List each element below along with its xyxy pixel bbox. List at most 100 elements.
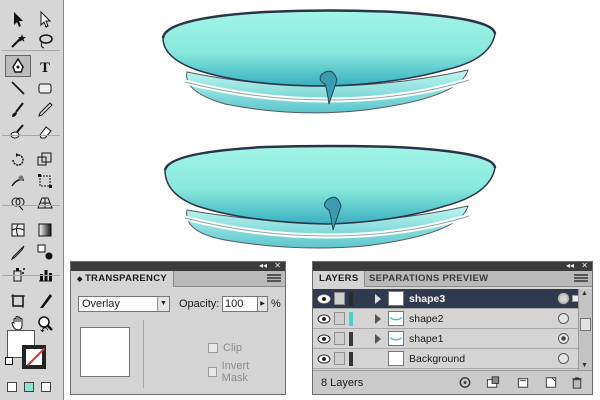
color-mode-icon[interactable] (7, 382, 17, 392)
target-circle-icon[interactable] (558, 353, 569, 364)
artwork-thumbnail[interactable] (80, 327, 130, 377)
collapse-icon[interactable]: ◂◂ (259, 261, 267, 270)
paintbrush-tool[interactable] (5, 99, 31, 121)
lock-toggle[interactable] (334, 292, 345, 305)
panel-titlebar[interactable]: ◂◂ ✕ (313, 261, 592, 271)
blend-tool[interactable] (32, 241, 58, 263)
mesh-tool[interactable] (5, 219, 31, 241)
scroll-up-icon[interactable]: ▲ (581, 290, 588, 297)
layer-row[interactable]: shape2 (313, 309, 579, 329)
artboard-tool[interactable] (5, 290, 31, 312)
free-transform-tool[interactable] (32, 170, 58, 192)
visibility-eye-icon[interactable] (317, 313, 331, 325)
rectangle-tool[interactable] (32, 77, 58, 99)
toolbox-divider (2, 50, 60, 51)
new-sublayer-icon[interactable] (515, 375, 531, 390)
gradient-mode-icon[interactable] (24, 382, 34, 392)
target-circle-icon[interactable] (558, 313, 569, 324)
symbol-sprayer-tool[interactable] (5, 263, 31, 285)
layer-color-indicator (349, 332, 353, 346)
layers-scrollbar[interactable]: ▲ ▼ (578, 289, 592, 370)
opacity-input[interactable]: 100 (222, 296, 258, 312)
transparency-panel: ◂◂ ✕ ◆ TRANSPARENCY Overlay ▼ Opacity: 1… (70, 261, 286, 395)
clip-checkbox[interactable] (208, 343, 218, 353)
lock-toggle[interactable] (334, 352, 345, 365)
line-segment-icon (11, 81, 25, 95)
rotate-tool[interactable] (5, 148, 31, 170)
layer-color-indicator (349, 312, 353, 326)
lock-toggle[interactable] (334, 312, 345, 325)
artboard-canvas[interactable] (65, 0, 600, 258)
chevron-down-icon[interactable]: ▼ (157, 297, 169, 311)
make-clipping-mask-icon[interactable] (485, 375, 501, 390)
pen-tool[interactable] (5, 55, 31, 77)
target-circle-icon[interactable] (558, 333, 569, 344)
direct-selection-tool[interactable] (32, 8, 58, 30)
invert-mask-checkbox-row[interactable]: Invert Mask (208, 360, 269, 384)
selection-tool[interactable] (5, 8, 31, 30)
panel-menu-icon[interactable] (574, 274, 588, 284)
blob-brush-tool[interactable] (5, 121, 31, 143)
column-graph-tool[interactable] (32, 263, 58, 285)
blend-mode-value: Overlay (82, 298, 120, 310)
blend-mode-select[interactable]: Overlay ▼ (78, 296, 170, 312)
panel-tabs: ◆ TRANSPARENCY (71, 271, 285, 287)
visibility-eye-icon[interactable] (317, 293, 331, 305)
shape-bottom[interactable] (163, 144, 497, 249)
eraser-tool[interactable] (32, 121, 58, 143)
warp-icon (11, 175, 25, 187)
warp-tool[interactable] (5, 170, 31, 192)
visibility-eye-icon[interactable] (317, 353, 331, 365)
stroke-swatch[interactable] (22, 345, 46, 369)
layer-name: Background (409, 353, 466, 365)
pencil-tool[interactable] (32, 99, 58, 121)
magic-wand-tool[interactable] (5, 30, 31, 52)
clip-checkbox-row[interactable]: Clip (208, 342, 242, 354)
gradient-tool[interactable] (32, 219, 58, 241)
tab-layers[interactable]: LAYERS (313, 271, 366, 287)
eraser-icon (39, 126, 52, 139)
close-icon[interactable]: ✕ (581, 261, 588, 270)
expand-triangle-icon[interactable] (375, 294, 381, 304)
eyedropper-icon (10, 245, 25, 261)
layer-row[interactable]: shape1 (313, 329, 579, 349)
mask-thumbnail-area[interactable]: Clip Invert Mask (143, 320, 269, 388)
default-fill-stroke-icon[interactable] (5, 357, 13, 365)
panel-titlebar[interactable]: ◂◂ ✕ (71, 261, 285, 271)
expand-triangle-icon[interactable] (375, 314, 381, 324)
collapse-icon[interactable]: ◂◂ (566, 261, 574, 270)
scrollbar-thumb[interactable] (580, 318, 591, 331)
opacity-dropdown-icon[interactable]: ▶ (258, 296, 268, 312)
layer-thumbnail (388, 291, 404, 306)
panel-menu-icon[interactable] (267, 274, 281, 284)
tab-separations-preview[interactable]: SEPARATIONS PREVIEW (363, 271, 494, 287)
close-icon[interactable]: ✕ (274, 261, 281, 270)
shape-top[interactable] (161, 9, 497, 114)
scroll-down-icon[interactable]: ▼ (581, 362, 588, 369)
scale-tool[interactable] (32, 148, 58, 170)
line-segment-tool[interactable] (5, 77, 31, 99)
invert-mask-checkbox[interactable] (208, 367, 217, 377)
locate-object-icon[interactable] (457, 375, 473, 390)
opacity-label: Opacity: (179, 298, 220, 310)
tab-collapse-icon: ◆ (77, 276, 85, 283)
eyedropper-tool[interactable] (5, 241, 31, 263)
swap-fill-stroke-icon[interactable]: ↶ (40, 326, 48, 337)
layer-row[interactable]: Background (313, 349, 579, 369)
target-circle-icon[interactable] (558, 293, 569, 304)
tab-transparency[interactable]: ◆ TRANSPARENCY (71, 271, 175, 287)
slice-tool[interactable] (32, 290, 58, 312)
type-tool[interactable]: T (32, 55, 58, 77)
new-layer-icon[interactable] (543, 375, 559, 390)
delete-layer-icon[interactable] (569, 375, 585, 390)
lock-toggle[interactable] (334, 332, 345, 345)
shape-builder-tool[interactable] (5, 192, 31, 214)
expand-triangle-icon[interactable] (375, 334, 381, 344)
layer-row[interactable]: shape3 (313, 289, 579, 309)
visibility-eye-icon[interactable] (317, 333, 331, 345)
layer-thumbnail (388, 311, 404, 326)
none-mode-icon[interactable] (41, 382, 51, 392)
slice-icon (40, 294, 52, 308)
lasso-tool[interactable] (32, 30, 58, 52)
perspective-grid-tool[interactable] (32, 192, 58, 214)
